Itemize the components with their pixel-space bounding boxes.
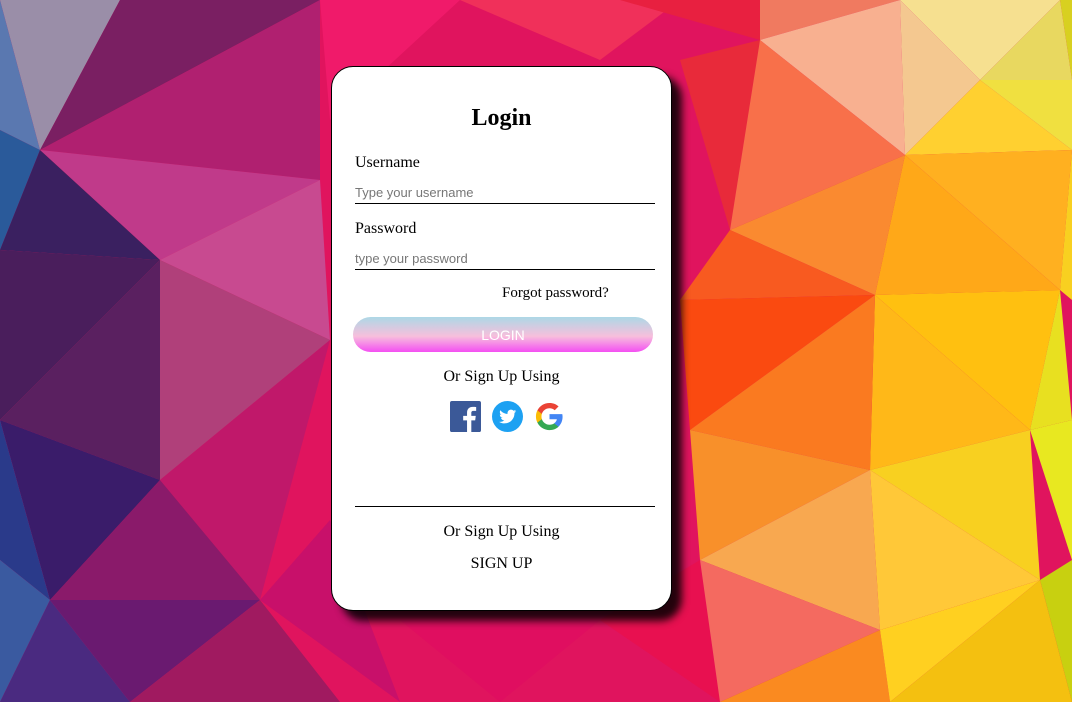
login-button[interactable]: LOGIN — [353, 317, 653, 352]
divider — [355, 506, 655, 507]
facebook-icon[interactable] — [450, 401, 481, 432]
username-input[interactable] — [355, 182, 655, 204]
login-card: Login Username Password Forgot password?… — [331, 66, 672, 611]
page-title: Login — [471, 105, 532, 131]
password-input[interactable] — [355, 248, 655, 270]
username-label: Username — [355, 154, 420, 171]
password-label: Password — [355, 220, 417, 237]
social-signup-heading: Or Sign Up Using — [443, 368, 560, 385]
google-icon[interactable] — [534, 401, 565, 432]
forgot-password-link[interactable]: Forgot password? — [502, 285, 609, 302]
footer-signup-heading: Or Sign Up Using — [443, 523, 560, 540]
signup-link[interactable]: SIGN UP — [332, 555, 671, 573]
twitter-icon[interactable] — [492, 401, 523, 432]
social-login-group — [450, 401, 565, 432]
